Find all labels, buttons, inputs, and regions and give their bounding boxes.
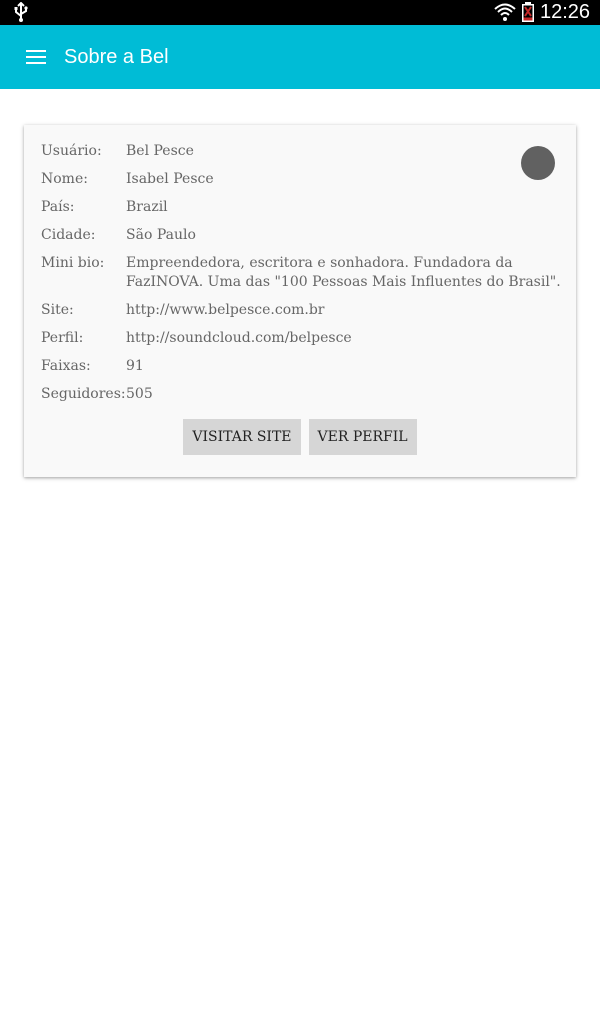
profile-row-followers: Seguidores: 505 xyxy=(41,385,561,404)
row-value: São Paulo xyxy=(126,227,196,243)
row-label: Seguidores: xyxy=(41,386,126,402)
page-title: Sobre a Bel xyxy=(64,46,169,68)
profile-row-profile: Perfil: http://soundcloud.com/belpesce xyxy=(41,329,561,348)
row-label: País: xyxy=(41,199,75,215)
profile-row-bio: Mini bio: Empreendedora, escritora e son… xyxy=(41,254,561,292)
row-label: Usuário: xyxy=(41,143,102,159)
row-label: Site: xyxy=(41,302,74,318)
profile-card: Usuário: Bel Pesce Nome: Isabel Pesce Pa… xyxy=(24,125,576,477)
profile-row-city: Cidade: São Paulo xyxy=(41,226,561,245)
profile-row-country: País: Brazil xyxy=(41,198,561,217)
wifi-icon xyxy=(494,3,516,21)
row-value: 91 xyxy=(126,358,144,374)
battery-icon xyxy=(521,2,535,22)
row-value: Bel Pesce xyxy=(126,143,194,159)
profile-row-tracks: Faixas: 91 xyxy=(41,357,561,376)
profile-link[interactable]: http://soundcloud.com/belpesce xyxy=(126,329,561,348)
menu-button[interactable] xyxy=(16,37,56,77)
row-label: Nome: xyxy=(41,171,88,187)
row-value: Brazil xyxy=(126,199,168,215)
site-link[interactable]: http://www.belpesce.com.br xyxy=(126,301,561,320)
row-value: Isabel Pesce xyxy=(126,171,214,187)
hamburger-menu-icon[interactable] xyxy=(26,50,46,64)
row-label: Mini bio: xyxy=(41,255,105,271)
profile-row-site: Site: http://www.belpesce.com.br xyxy=(41,301,561,320)
row-value: Empreendedora, escritora e sonhadora. Fu… xyxy=(126,255,561,290)
row-label: Perfil: xyxy=(41,330,84,346)
visit-site-button[interactable]: VISITAR SITE xyxy=(183,419,301,455)
row-value: 505 xyxy=(126,386,153,402)
action-buttons: VISITAR SITE VER PERFIL xyxy=(24,419,576,455)
toolbar: Sobre a Bel xyxy=(0,25,600,89)
profile-row-name: Nome: Isabel Pesce xyxy=(41,170,561,189)
profile-row-username: Usuário: Bel Pesce xyxy=(41,142,561,161)
usb-icon xyxy=(14,2,28,22)
profile-details: Usuário: Bel Pesce Nome: Isabel Pesce Pa… xyxy=(41,142,561,413)
row-label: Faixas: xyxy=(41,358,91,374)
status-bar: 12:26 xyxy=(0,0,600,25)
view-profile-button[interactable]: VER PERFIL xyxy=(308,419,417,455)
status-time: 12:26 xyxy=(540,1,591,23)
row-label: Cidade: xyxy=(41,227,96,243)
